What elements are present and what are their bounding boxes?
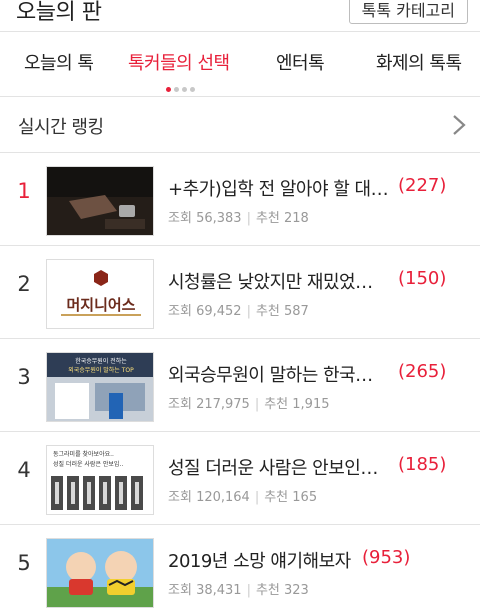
recommend-label: 추천 — [255, 211, 280, 226]
post-title: 외국승무원이 말하는 한국… — [168, 365, 373, 386]
ranking-row[interactable]: 4 동그라미를 찾아보아요.. 성질 더러운 사람은 안보임.. 성질 더러운 … — [0, 432, 480, 525]
comment-count: (227) — [398, 175, 447, 196]
chevron-right-icon — [453, 115, 466, 135]
post-title: 성질 더러운 사람은 안보인… — [168, 458, 378, 479]
rank-number: 2 — [17, 272, 31, 296]
views-count: 38,431 — [196, 583, 242, 598]
thumbnail-caption: 한국승무원이 전하는 — [75, 357, 127, 365]
divider: | — [246, 304, 251, 319]
recommend-label: 추천 — [264, 490, 289, 505]
ranking-row[interactable]: 2 머지니어스 시청률은 낮았지만 재밌었… (150) 조회 69,452 | 추… — [0, 246, 480, 339]
tab-bar: 오늘의 톡 톡커들의 선택 엔터톡 화제의 톡톡 — [0, 33, 480, 97]
tab-talkers-choice[interactable]: 톡커들의 선택 — [128, 49, 230, 75]
recommend-count: 587 — [284, 304, 309, 319]
thumbnail-image: 동그라미를 찾아보아요.. 성질 더러운 사람은 안보임.. — [46, 445, 154, 515]
thumbnail-logo-text: 머지니어스 — [66, 296, 135, 314]
thumbnail-caption: 동그라미를 찾아보아요.. — [53, 450, 114, 458]
post-title: 2019년 소망 얘기해보자 — [168, 551, 351, 572]
rank-number: 3 — [17, 365, 31, 389]
post-title: +추가)입학 전 알아야 할 대… — [168, 179, 389, 200]
views-label: 조회 — [168, 211, 192, 226]
views-count: 56,383 — [196, 211, 242, 226]
tab-hot-talk[interactable]: 화제의 톡톡 — [376, 49, 462, 75]
divider: | — [254, 397, 260, 412]
thumbnail-caption: 성질 더러운 사람은 안보임.. — [53, 460, 123, 468]
post-title: 시청률은 낮았지만 재밌었… — [168, 272, 373, 293]
comment-count: (265) — [398, 361, 447, 382]
page-dot-active — [166, 87, 171, 92]
section-header[interactable]: 실시간 랭킹 — [0, 97, 480, 153]
recommend-count: 165 — [292, 490, 318, 505]
ranking-row[interactable]: 3 한국승무원이 전하는 외국승무원이 말하는 TOP 외국승무원이 말하는 한… — [0, 339, 480, 432]
page-dot — [174, 87, 179, 92]
thumbnail-image: 한국승무원이 전하는 외국승무원이 말하는 TOP — [46, 352, 154, 422]
thumbnail-image — [46, 166, 154, 236]
recommend-count: 323 — [284, 583, 309, 598]
thumbnail-image — [46, 538, 154, 608]
post-stats: 조회 69,452 | 추천 587 — [168, 300, 309, 319]
views-label: 조회 — [168, 397, 192, 412]
page-dot — [182, 87, 187, 92]
recommend-label: 추천 — [264, 397, 289, 412]
recommend-label: 추천 — [255, 583, 280, 598]
views-count: 120,164 — [196, 490, 250, 505]
section-title: 실시간 랭킹 — [18, 117, 104, 138]
top-bar: 오늘의 판 톡톡 카테고리 — [0, 0, 480, 32]
comment-count: (185) — [398, 454, 447, 475]
thumbnail-caption: 외국승무원이 말하는 TOP — [68, 366, 134, 374]
views-label: 조회 — [168, 490, 192, 505]
post-stats: 조회 120,164 | 추천 165 — [168, 486, 317, 505]
views-count: 69,452 — [196, 304, 242, 319]
comment-count: (150) — [398, 268, 447, 289]
recommend-count: 218 — [284, 211, 309, 226]
tab-page-indicator — [166, 77, 198, 92]
recommend-label: 추천 — [255, 304, 280, 319]
views-label: 조회 — [168, 583, 192, 598]
page-dot — [190, 87, 195, 92]
post-stats: 조회 38,431 | 추천 323 — [168, 579, 309, 598]
post-stats: 조회 217,975 | 추천 1,915 — [168, 393, 330, 412]
divider: | — [254, 490, 260, 505]
rank-number: 1 — [17, 179, 31, 203]
category-button[interactable]: 톡톡 카테고리 — [348, 0, 468, 24]
recommend-count: 1,915 — [292, 397, 330, 412]
tab-enter-talk[interactable]: 엔터톡 — [276, 49, 325, 75]
views-count: 217,975 — [196, 397, 250, 412]
tab-today-talk[interactable]: 오늘의 톡 — [24, 49, 94, 75]
divider: | — [246, 583, 251, 598]
comment-count: (953) — [362, 547, 411, 568]
page-title: 오늘의 판 — [16, 0, 102, 25]
ranking-row[interactable]: 1 +추가)입학 전 알아야 할 대… (227) 조회 56,383 | 추천 2… — [0, 153, 480, 246]
post-stats: 조회 56,383 | 추천 218 — [168, 207, 309, 226]
rank-number: 5 — [17, 551, 31, 575]
ranking-row[interactable]: 5 2019년 소망 얘기해보자 (953) 조회 38,431 | 추천 323 — [0, 525, 480, 616]
views-label: 조회 — [168, 304, 192, 319]
divider: | — [246, 211, 251, 226]
rank-number: 4 — [17, 458, 31, 482]
thumbnail-image: 머지니어스 — [46, 259, 154, 329]
